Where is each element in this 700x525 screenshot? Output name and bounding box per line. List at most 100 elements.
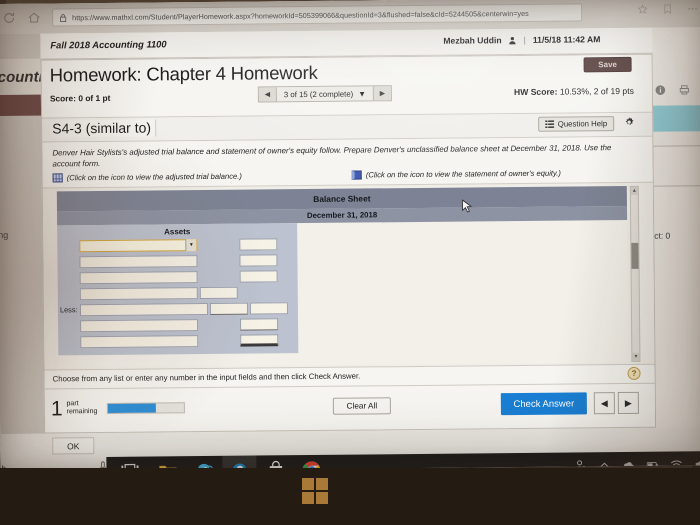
question-next-button[interactable]: ▶ <box>372 86 392 101</box>
panel-utility-icons <box>655 84 690 95</box>
book-icon <box>351 170 362 180</box>
user-info: Mezbah Uddin | 11/5/18 11:42 AM <box>443 34 600 46</box>
browser-toolbar-right <box>637 3 698 15</box>
owners-equity-link-text: (Click on the icon to view the statement… <box>365 168 561 180</box>
table-row <box>58 269 298 285</box>
hw-score: HW Score: 10.53%, 2 of 19 pts <box>514 86 634 97</box>
background-right-text: ct: 0 <box>654 230 671 241</box>
list-icon <box>544 120 554 128</box>
score-label: Score: 0 of 1 pt <box>49 92 111 104</box>
below-screen-area <box>0 468 700 525</box>
account-select-3[interactable] <box>79 270 198 285</box>
account-select-4[interactable] <box>79 286 198 301</box>
save-button[interactable]: Save <box>583 56 632 73</box>
attachment-links: (Click on the icon to view the adjusted … <box>52 168 641 183</box>
trial-balance-link[interactable]: (Click on the icon to view the adjusted … <box>52 171 242 183</box>
question-prev-button[interactable]: ◀ <box>258 87 277 102</box>
balance-sheet-date: December 31, 2018 <box>306 210 378 221</box>
timestamp: 11/5/18 11:42 AM <box>532 34 601 45</box>
amount-input-1[interactable] <box>239 238 278 251</box>
question-help-label: Question Help <box>557 119 608 129</box>
scroll-up-button[interactable]: ▲ <box>630 186 638 195</box>
homework-panel: Homework: Chapter 4 Homework Save Score:… <box>40 53 689 434</box>
scroll-down-button[interactable]: ▼ <box>632 352 640 361</box>
hw-score-label: HW Score: <box>513 86 558 98</box>
help-icon[interactable]: ? <box>627 366 641 380</box>
table-row: Less: <box>58 301 298 317</box>
chevron-down-icon: ▼ <box>358 88 366 99</box>
account-select-6[interactable] <box>80 318 199 333</box>
course-title: Fall 2018 Accounting 1100 <box>50 38 167 51</box>
info-icon[interactable] <box>655 85 666 96</box>
ok-button[interactable]: OK <box>52 437 95 455</box>
amount-mid-5[interactable] <box>209 302 248 315</box>
parts-count: 1 <box>50 397 63 421</box>
parts-remaining: 1 part remaining <box>50 397 98 421</box>
parts-label-line1: part <box>66 400 79 408</box>
parts-label-line2: remaining <box>66 408 98 416</box>
separator: | <box>523 34 526 45</box>
parts-label: part remaining <box>66 400 97 416</box>
amount-input-7[interactable] <box>240 334 279 347</box>
table-row <box>58 285 298 301</box>
question-position-dropdown[interactable]: 3 of 15 (2 complete) ▼ <box>276 86 374 102</box>
star-icon[interactable] <box>637 4 648 15</box>
account-select-1[interactable]: ▼ <box>79 238 198 253</box>
screen-photo: https://www.mathxl.com/Student/PlayerHom… <box>0 0 700 525</box>
home-icon[interactable] <box>27 11 41 25</box>
amount-input-3[interactable] <box>239 270 278 283</box>
amount-input-6[interactable] <box>240 318 279 331</box>
page-content: countin ng ct: 0 Fall 2018 Accounting 11… <box>0 27 700 472</box>
pager-next-button[interactable]: ▶ <box>617 392 639 415</box>
balance-sheet: Balance Sheet December 31, 2018 Assets ▼ <box>56 185 629 368</box>
table-row <box>57 253 297 269</box>
balance-sheet-title: Balance Sheet <box>313 193 371 204</box>
owners-equity-link[interactable]: (Click on the icon to view the statement… <box>351 168 561 180</box>
address-bar-text: https://www.mathxl.com/Student/PlayerHom… <box>72 8 529 22</box>
prompt-text: Denver Hair Stylists's adjusted trial ba… <box>52 142 640 171</box>
reading-list-icon[interactable] <box>662 4 673 15</box>
user-name: Mezbah Uddin <box>443 35 502 46</box>
worksheet-area: Balance Sheet December 31, 2018 Assets ▼ <box>42 181 655 370</box>
gear-icon[interactable] <box>622 115 636 129</box>
hw-score-value: 10.53%, 2 of 19 pts <box>559 85 634 97</box>
progress-bar <box>107 402 186 414</box>
more-icon[interactable] <box>687 3 698 14</box>
question-help-button[interactable]: Question Help <box>537 116 615 132</box>
balance-sheet-body: Assets ▼ Less: <box>57 223 299 356</box>
address-bar[interactable]: https://www.mathxl.com/Student/PlayerHom… <box>52 3 583 27</box>
amount-input-2[interactable] <box>239 254 278 267</box>
pager-previous-button[interactable]: ◀ <box>593 392 615 415</box>
windows-start-icon[interactable] <box>302 478 328 504</box>
chevron-down-icon[interactable]: ▼ <box>185 238 197 252</box>
table-icon <box>52 173 63 183</box>
account-select-7[interactable] <box>80 334 199 349</box>
laptop-screen: https://www.mathxl.com/Student/PlayerHom… <box>0 0 700 472</box>
clear-all-button[interactable]: Clear All <box>332 397 391 415</box>
instruction-text: Choose from any list or enter any number… <box>52 371 361 384</box>
page-title: Homework: Chapter 4 Homework <box>49 61 318 86</box>
question-prompt: Denver Hair Stylists's adjusted trial ba… <box>42 136 653 187</box>
table-row <box>58 317 298 333</box>
question-id: S4-3 (similar to) <box>50 119 157 138</box>
amount-mid-4[interactable] <box>199 286 238 299</box>
background-left-text: ng <box>0 229 9 240</box>
account-select-2[interactable] <box>79 254 198 269</box>
scrollbar-thumb[interactable] <box>631 242 639 269</box>
homework-header: Homework: Chapter 4 Homework Save Score:… <box>41 54 689 119</box>
lock-icon <box>60 13 67 22</box>
trial-balance-link-text: (Click on the icon to view the adjusted … <box>66 171 242 183</box>
background-highlight-row <box>647 105 700 132</box>
account-select-5[interactable] <box>79 302 208 317</box>
user-icon[interactable] <box>509 36 517 45</box>
table-row <box>58 333 298 349</box>
check-answer-button[interactable]: Check Answer <box>500 392 587 416</box>
mouse-cursor <box>462 199 473 213</box>
browser-nav-icons <box>2 11 41 25</box>
refresh-icon[interactable] <box>2 11 16 25</box>
amount-input-5[interactable] <box>249 302 288 315</box>
prompt-emphasis: unclassified <box>406 144 449 155</box>
worksheet-scrollbar[interactable]: ▲ ▼ <box>629 185 641 362</box>
question-position-text: 3 of 15 (2 complete) <box>283 89 354 99</box>
print-icon[interactable] <box>679 84 690 95</box>
